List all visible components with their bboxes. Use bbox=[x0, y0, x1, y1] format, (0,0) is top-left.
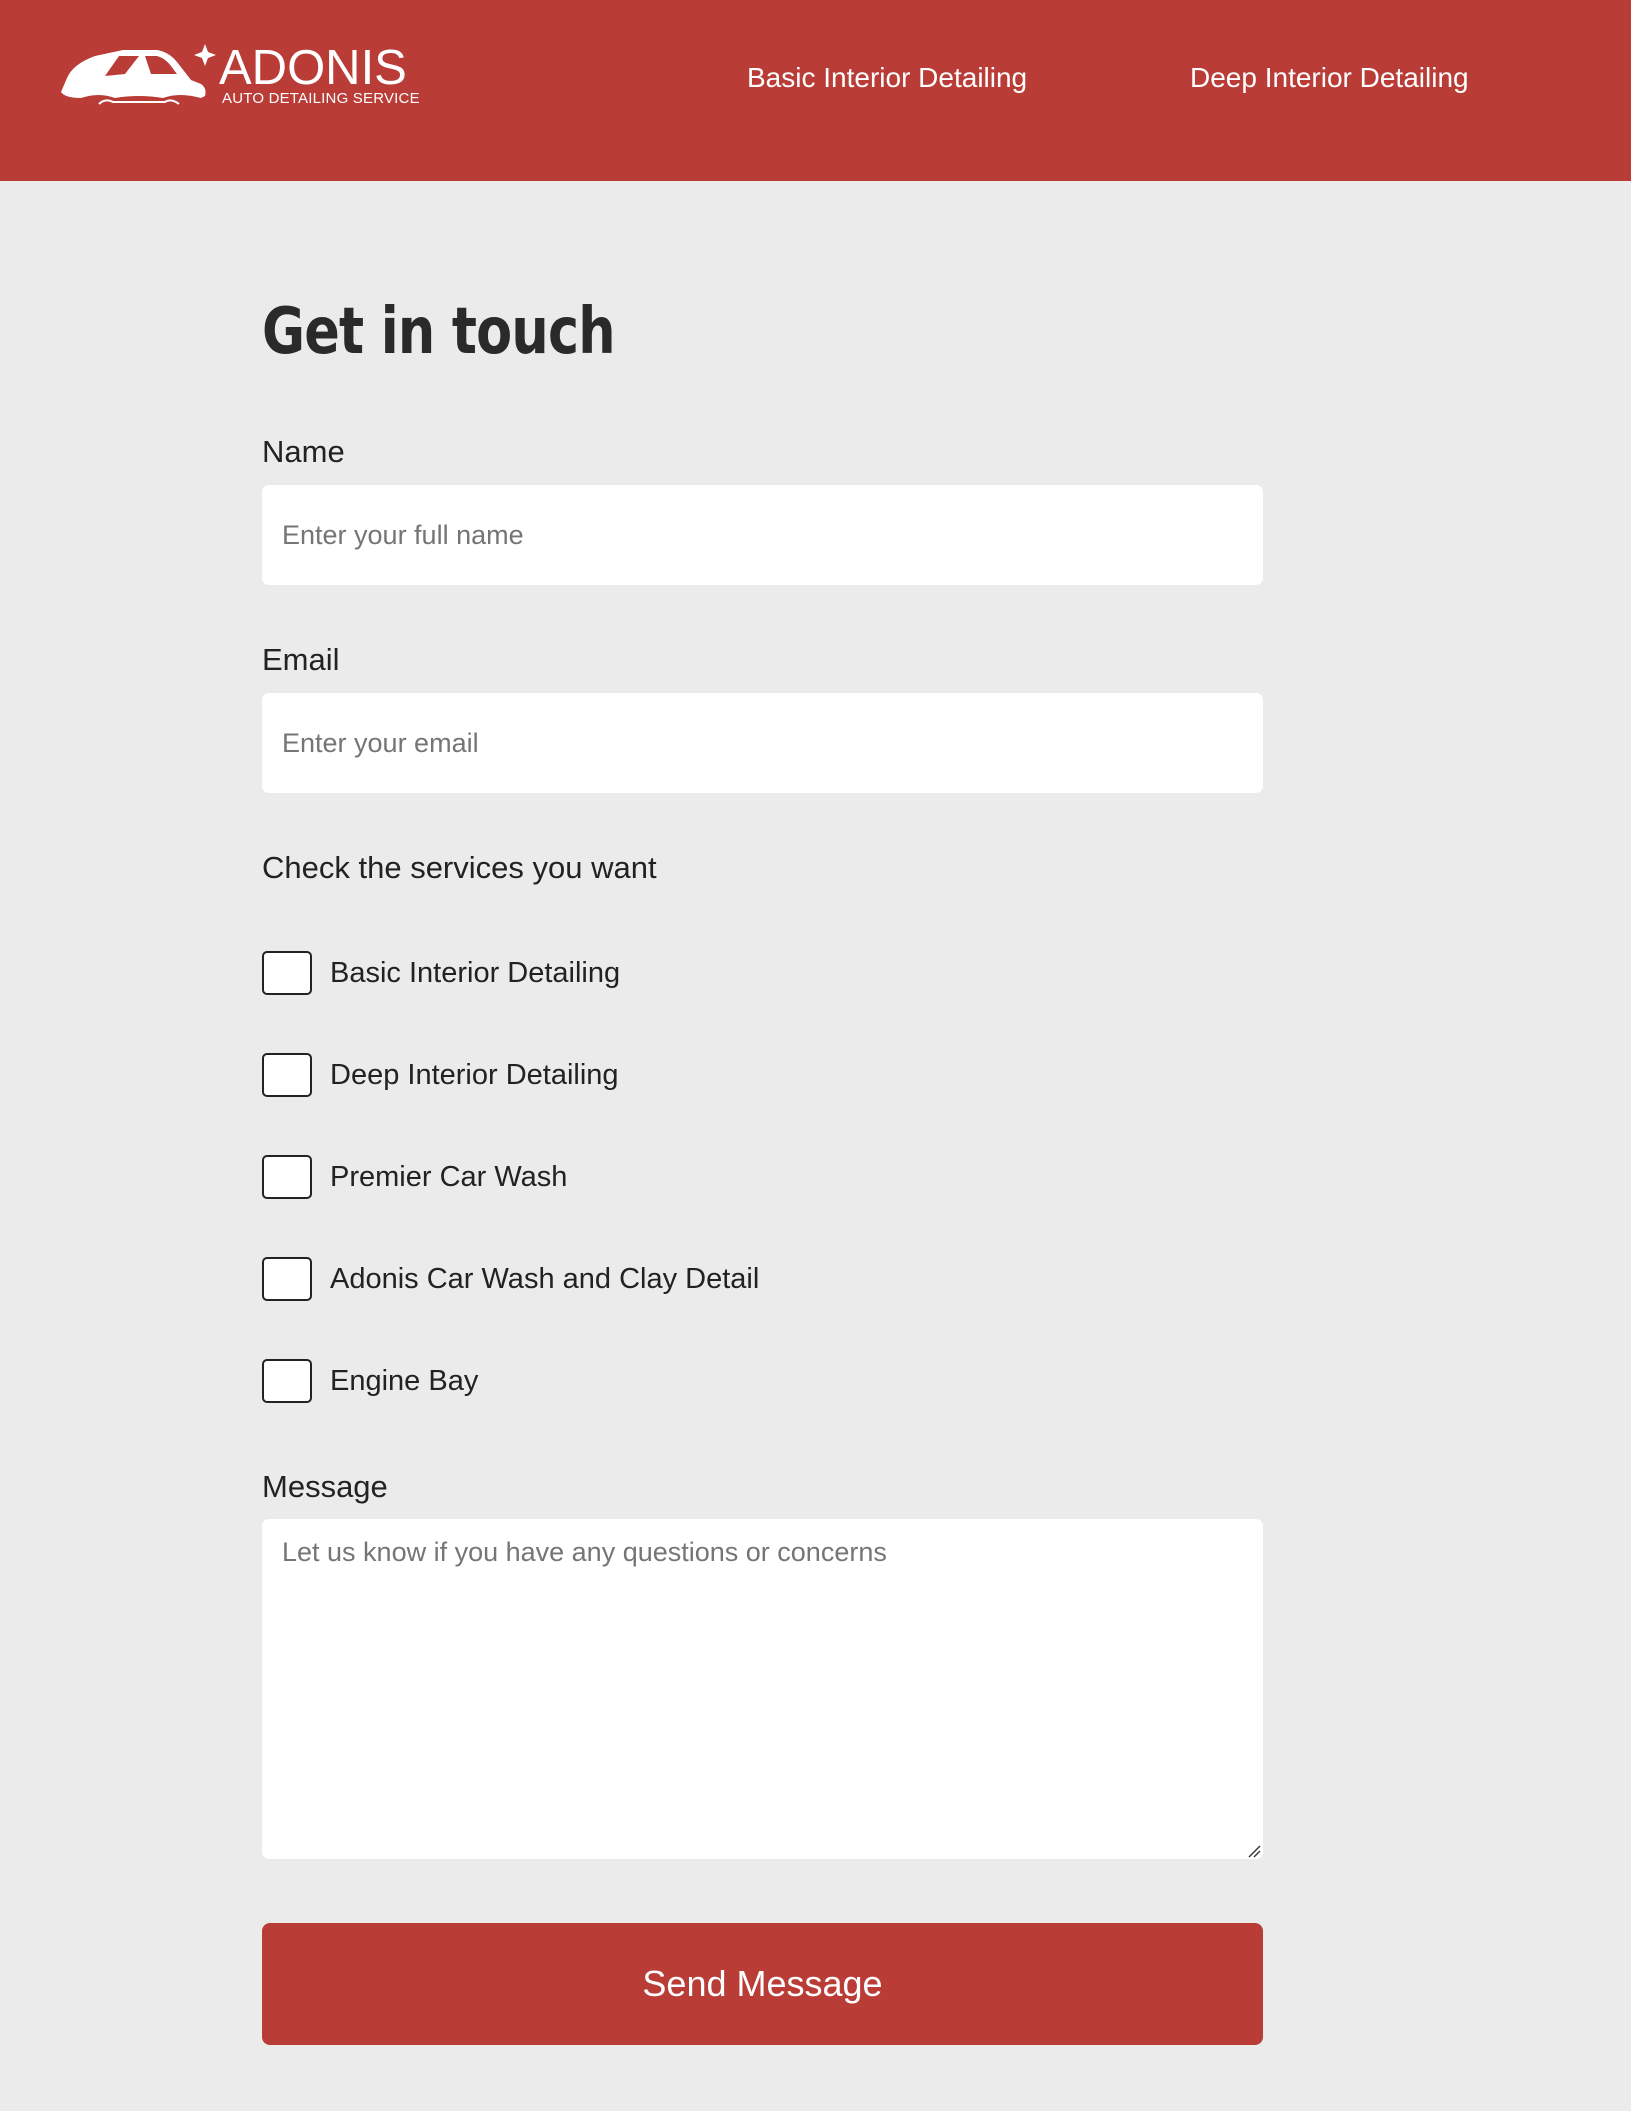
email-input[interactable] bbox=[262, 693, 1263, 793]
page-title: Get in touch bbox=[262, 295, 616, 369]
name-label: Name bbox=[262, 434, 345, 469]
site-header: ADONIS AUTO DETAILING SERVICE Basic Inte… bbox=[0, 0, 1631, 181]
checkbox[interactable] bbox=[262, 1257, 312, 1301]
checkbox-label: Adonis Car Wash and Clay Detail bbox=[330, 1263, 760, 1295]
email-label: Email bbox=[262, 642, 340, 677]
send-message-button[interactable]: Send Message bbox=[262, 1923, 1263, 2045]
checkbox[interactable] bbox=[262, 1155, 312, 1199]
logo-subtitle: AUTO DETAILING SERVICE bbox=[222, 90, 420, 107]
checkbox[interactable] bbox=[262, 1359, 312, 1403]
nav-link-basic-interior-detailing[interactable]: Basic Interior Detailing bbox=[747, 60, 1027, 96]
nav-link-deep-interior-detailing[interactable]: Deep Interior Detailing bbox=[1190, 60, 1469, 96]
message-textarea[interactable] bbox=[262, 1519, 1263, 1859]
service-option-premier-car-wash[interactable]: Premier Car Wash bbox=[262, 1155, 567, 1199]
logo[interactable]: ADONIS AUTO DETAILING SERVICE bbox=[59, 40, 420, 112]
car-logo-icon bbox=[61, 44, 216, 105]
checkbox-label: Deep Interior Detailing bbox=[330, 1059, 619, 1091]
service-option-basic-interior-detailing[interactable]: Basic Interior Detailing bbox=[262, 951, 620, 995]
logo-title: ADONIS bbox=[219, 41, 407, 95]
service-option-engine-bay[interactable]: Engine Bay bbox=[262, 1359, 478, 1403]
checkbox-label: Premier Car Wash bbox=[330, 1161, 568, 1193]
checkbox[interactable] bbox=[262, 951, 312, 995]
services-label: Check the services you want bbox=[262, 850, 657, 885]
checkbox[interactable] bbox=[262, 1053, 312, 1097]
service-option-deep-interior-detailing[interactable]: Deep Interior Detailing bbox=[262, 1053, 619, 1097]
checkbox-label: Basic Interior Detailing bbox=[330, 957, 621, 989]
resize-grip-icon[interactable] bbox=[1247, 1844, 1261, 1858]
checkbox-label: Engine Bay bbox=[330, 1365, 479, 1397]
message-label: Message bbox=[262, 1469, 388, 1504]
name-input[interactable] bbox=[262, 485, 1263, 585]
service-option-adonis-car-wash-and-clay-detail[interactable]: Adonis Car Wash and Clay Detail bbox=[262, 1257, 759, 1301]
